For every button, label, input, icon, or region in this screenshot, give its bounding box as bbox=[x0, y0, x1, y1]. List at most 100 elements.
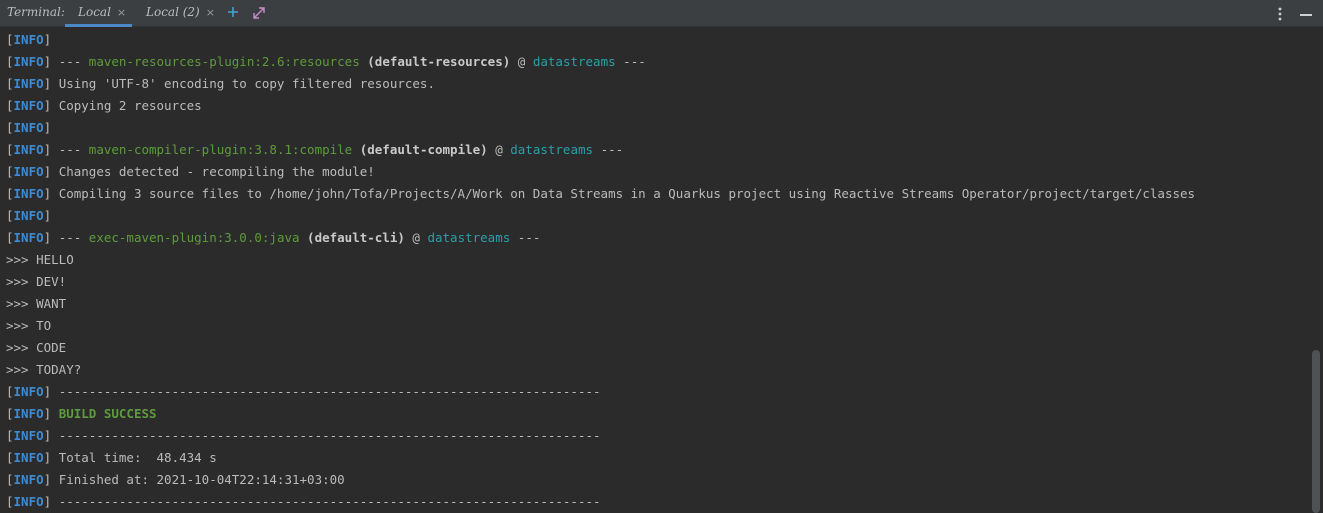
terminal-output[interactable]: [INFO] [INFO] --- maven-resources-plugin:… bbox=[0, 27, 1310, 513]
line-text: [ bbox=[6, 120, 14, 135]
terminal-line: [INFO] Using 'UTF-8' encoding to copy fi… bbox=[6, 73, 435, 95]
line-text: ] bbox=[43, 406, 59, 421]
log-level: INFO bbox=[13, 54, 44, 69]
minimize-icon[interactable] bbox=[1299, 6, 1313, 25]
line-text: @ bbox=[404, 230, 428, 245]
terminal-line: >>> HELLO bbox=[6, 249, 74, 271]
line-text: >>> TO bbox=[6, 318, 52, 333]
log-level: INFO bbox=[13, 120, 44, 135]
line-text: ] bbox=[43, 208, 52, 223]
line-text: [ bbox=[6, 208, 14, 223]
line-text: maven-resources-plugin:2.6:resources bbox=[88, 54, 360, 69]
add-icon[interactable] bbox=[226, 3, 240, 25]
terminal-line: >>> TODAY? bbox=[6, 359, 81, 381]
line-text: [ bbox=[6, 450, 14, 465]
log-level: INFO bbox=[13, 76, 44, 91]
terminal-line: >>> TO bbox=[6, 315, 51, 337]
line-text: [ bbox=[6, 494, 14, 509]
line-text: @ bbox=[487, 142, 511, 157]
log-level: INFO bbox=[13, 494, 44, 509]
line-text: [ bbox=[6, 98, 14, 113]
line-text: ] --- bbox=[43, 230, 89, 245]
line-text: --- bbox=[615, 54, 646, 69]
terminal-line: [INFO] bbox=[6, 29, 51, 51]
tab-local[interactable]: Local × bbox=[65, 0, 132, 27]
log-level: INFO bbox=[13, 384, 44, 399]
line-text: exec-maven-plugin:3.0.0:java bbox=[88, 230, 300, 245]
line-text: ] Copying 2 resources bbox=[43, 98, 202, 113]
terminal-line: [INFO] BUILD SUCCESS bbox=[6, 403, 157, 425]
log-level: INFO bbox=[13, 230, 44, 245]
terminal-line: [INFO] bbox=[6, 117, 51, 139]
line-text: BUILD SUCCESS bbox=[58, 406, 157, 421]
terminal-line: >>> DEV! bbox=[6, 271, 66, 293]
terminal-line: [INFO] bbox=[6, 205, 51, 227]
terminal-line: [INFO] Copying 2 resources bbox=[6, 95, 202, 117]
terminal-label: Terminal: bbox=[7, 5, 65, 19]
line-text: ] --------------------------------------… bbox=[43, 384, 601, 399]
line-text: >>> HELLO bbox=[6, 252, 74, 267]
line-text: [ bbox=[6, 32, 14, 47]
close-icon[interactable]: × bbox=[206, 6, 215, 19]
line-text: ] Finished at: 2021-10-04T22:14:31+03:00 bbox=[43, 472, 345, 487]
terminal-line: [INFO] Compiling 3 source files to /home… bbox=[6, 183, 1195, 205]
line-text: maven-compiler-plugin:3.8.1:compile bbox=[88, 142, 353, 157]
line-text: ] Using 'UTF-8' encoding to copy filtere… bbox=[43, 76, 435, 91]
log-level: INFO bbox=[13, 142, 44, 157]
log-level: INFO bbox=[13, 186, 44, 201]
line-text: ] Changes detected - recompiling the mod… bbox=[43, 164, 375, 179]
line-text: ] --- bbox=[43, 142, 89, 157]
terminal-line: [INFO] Changes detected - recompiling th… bbox=[6, 161, 375, 183]
terminal-line: [INFO] Finished at: 2021-10-04T22:14:31+… bbox=[6, 469, 345, 491]
log-level: INFO bbox=[13, 406, 44, 421]
log-level: INFO bbox=[13, 164, 44, 179]
line-text: [ bbox=[6, 406, 14, 421]
line-text: ] --------------------------------------… bbox=[43, 494, 601, 509]
log-level: INFO bbox=[13, 428, 44, 443]
line-text: ] --- bbox=[43, 54, 89, 69]
terminal-line: [INFO] Total time: 48.434 s bbox=[6, 447, 217, 469]
line-text: [ bbox=[6, 164, 14, 179]
line-text: [ bbox=[6, 54, 14, 69]
line-text: ] Compiling 3 source files to /home/john… bbox=[43, 186, 1196, 201]
log-level: INFO bbox=[13, 32, 44, 47]
line-text bbox=[300, 230, 308, 245]
log-level: INFO bbox=[13, 450, 44, 465]
terminal-line: [INFO] ---------------------------------… bbox=[6, 425, 601, 447]
terminal-line: [INFO] ---------------------------------… bbox=[6, 491, 601, 513]
line-text: [ bbox=[6, 384, 14, 399]
line-text: ] --------------------------------------… bbox=[43, 428, 601, 443]
line-text: ] bbox=[43, 32, 52, 47]
line-text: >>> DEV! bbox=[6, 274, 67, 289]
terminal-line: >>> WANT bbox=[6, 293, 66, 315]
log-level: INFO bbox=[13, 472, 44, 487]
terminal-line: [INFO] --- maven-resources-plugin:2.6:re… bbox=[6, 51, 646, 73]
line-text bbox=[352, 142, 360, 157]
line-text: [ bbox=[6, 230, 14, 245]
line-text: datastreams bbox=[532, 54, 616, 69]
terminal-line: [INFO] ---------------------------------… bbox=[6, 381, 601, 403]
scrollbar-thumb[interactable] bbox=[1312, 350, 1320, 513]
line-text: --- bbox=[510, 230, 541, 245]
line-text: (default-cli) bbox=[307, 230, 405, 245]
line-text: datastreams bbox=[510, 142, 594, 157]
line-text: >>> CODE bbox=[6, 340, 67, 355]
line-text: [ bbox=[6, 472, 14, 487]
line-text: >>> TODAY? bbox=[6, 362, 82, 377]
log-level: INFO bbox=[13, 208, 44, 223]
line-text: ] bbox=[43, 120, 52, 135]
terminal-line: >>> CODE bbox=[6, 337, 66, 359]
line-text: (default-resources) bbox=[367, 54, 511, 69]
close-icon[interactable]: × bbox=[117, 6, 126, 19]
line-text: @ bbox=[510, 54, 533, 69]
log-level: INFO bbox=[13, 98, 44, 113]
terminal-line: [INFO] --- maven-compiler-plugin:3.8.1:c… bbox=[6, 139, 623, 161]
line-text: [ bbox=[6, 186, 14, 201]
terminal-line: [INFO] --- exec-maven-plugin:3.0.0:java … bbox=[6, 227, 540, 249]
line-text: [ bbox=[6, 142, 14, 157]
line-text: >>> WANT bbox=[6, 296, 67, 311]
line-text: (default-compile) bbox=[359, 142, 488, 157]
more-options-icon[interactable] bbox=[1275, 6, 1285, 25]
expand-icon[interactable] bbox=[252, 5, 266, 24]
tab-local-2[interactable]: Local (2) × bbox=[146, 0, 220, 27]
